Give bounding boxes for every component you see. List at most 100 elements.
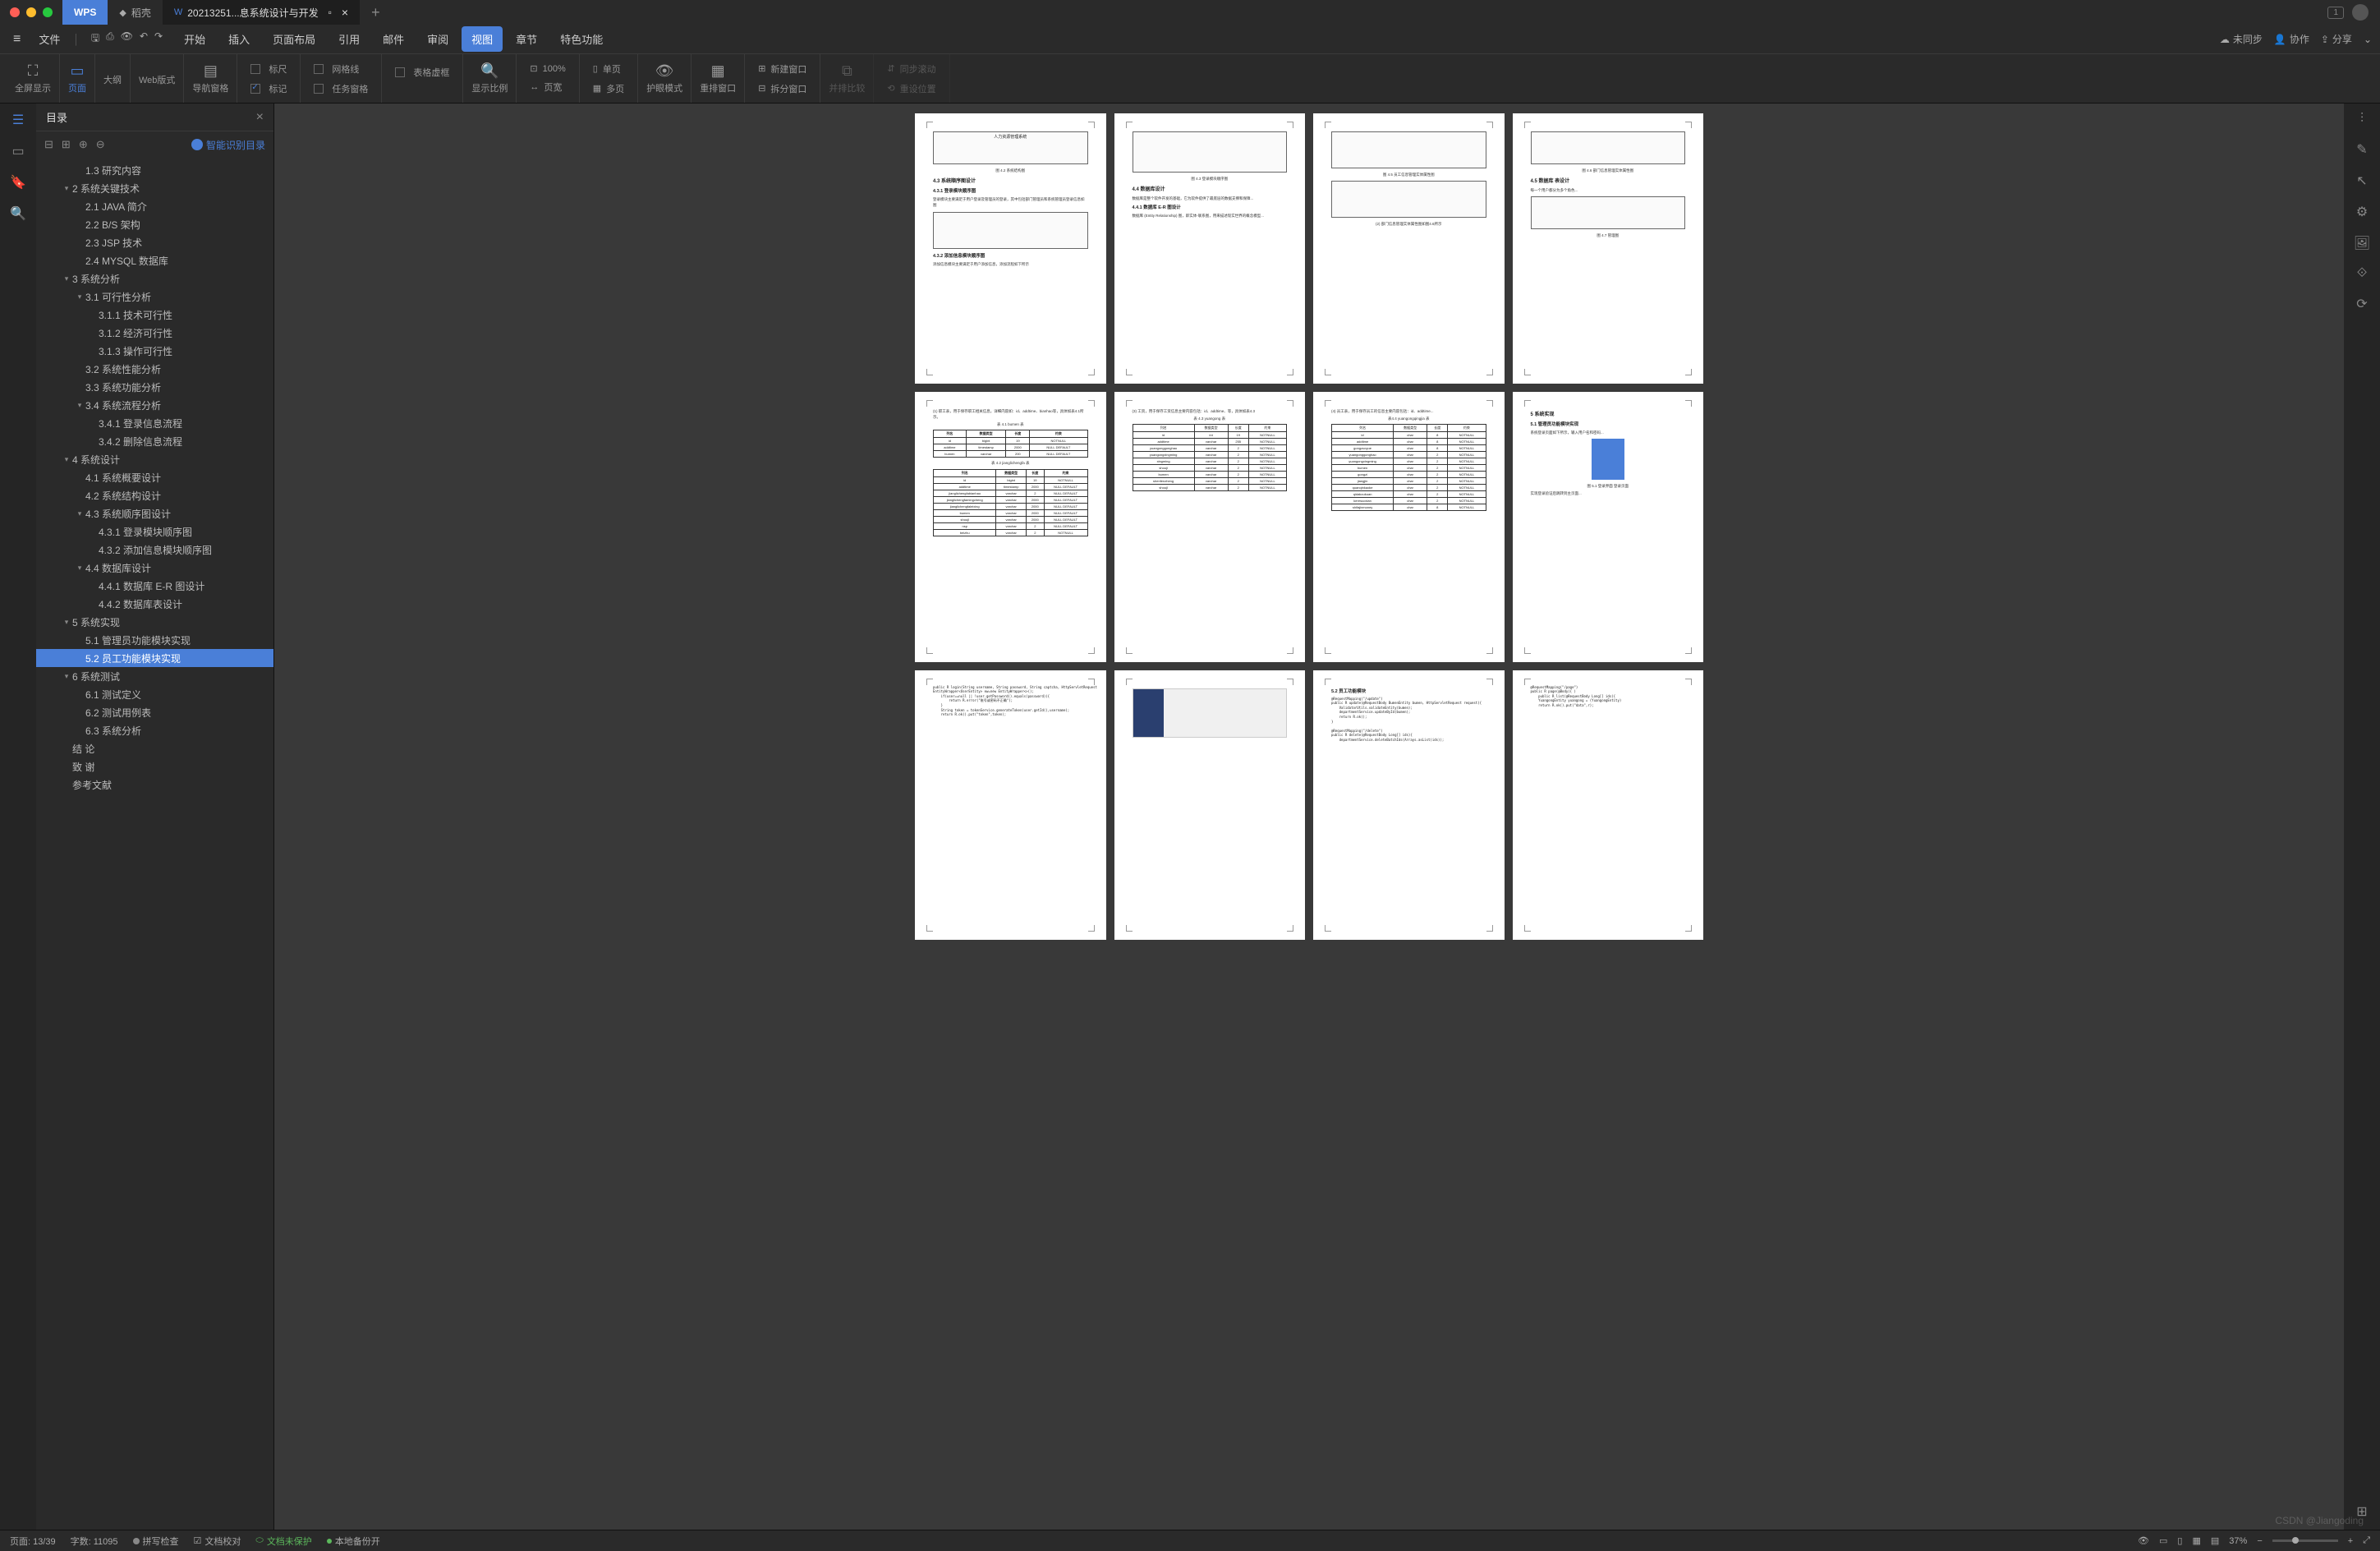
- splitwindow-button[interactable]: ⊟拆分窗口: [751, 79, 813, 99]
- taskpane-checkbox[interactable]: 任务窗格: [307, 79, 374, 99]
- outline-item[interactable]: ▾2 系统关键技术: [36, 179, 273, 197]
- multipage-button[interactable]: ▦多页: [586, 79, 631, 99]
- outline-item[interactable]: 3.2 系统性能分析: [36, 360, 273, 378]
- menu-start[interactable]: 开始: [174, 26, 215, 52]
- print-icon[interactable]: ⎙: [106, 30, 114, 48]
- page-thumbnail[interactable]: 人力资源管理系统 图 4.2 系统结构图 4.3 系统顺序图设计 4.3.1 登…: [915, 113, 1106, 384]
- navpane-button[interactable]: ▤导航窗格: [184, 54, 237, 103]
- close-tab-icon[interactable]: ×: [342, 6, 348, 19]
- outline-item[interactable]: 6.3 系统分析: [36, 721, 273, 739]
- outline-item[interactable]: 2.3 JSP 技术: [36, 233, 273, 251]
- undo-icon[interactable]: ↶: [140, 30, 148, 48]
- outline-item[interactable]: 2.4 MYSQL 数据库: [36, 251, 273, 269]
- tab-document[interactable]: W20213251...息系统设计与开发▫×: [163, 0, 360, 25]
- zoom-out-icon[interactable]: −: [2257, 1536, 2262, 1546]
- page-thumbnail[interactable]: public R login(String username, String p…: [915, 670, 1106, 941]
- ai-outline-button[interactable]: 智能识别目录: [191, 138, 265, 152]
- menu-pagelayout[interactable]: 页面布局: [263, 26, 325, 52]
- page-view-button[interactable]: ▭页面: [60, 54, 95, 103]
- outline-item[interactable]: 5.2 员工功能模块实现: [36, 649, 273, 667]
- bookmark-rail-icon[interactable]: 🔖: [10, 174, 26, 191]
- outline-view-icon[interactable]: ▤: [2211, 1535, 2219, 1546]
- outline-item[interactable]: 3.4.2 删除信息流程: [36, 432, 273, 450]
- zoom-slider[interactable]: [2272, 1539, 2338, 1542]
- outline-item[interactable]: 4.3.1 登录模块顺序图: [36, 522, 273, 541]
- outline-item[interactable]: 致 谢: [36, 757, 273, 776]
- page-thumbnail[interactable]: (4) 员工表，用于保存员工的信息主要内容包括：id、addtime... 表4…: [1313, 392, 1505, 662]
- eye-status-icon[interactable]: 👁: [2138, 1535, 2149, 1546]
- outline-item[interactable]: 2.2 B/S 架构: [36, 215, 273, 233]
- pen-rail-icon[interactable]: ✎: [2356, 141, 2367, 158]
- ruler-checkbox[interactable]: 标尺: [244, 59, 293, 79]
- markup-checkbox[interactable]: 标记: [244, 79, 293, 99]
- cursor-rail-icon[interactable]: ↖: [2356, 173, 2367, 189]
- image-rail-icon[interactable]: 🖼: [2354, 235, 2370, 251]
- proofread-button[interactable]: ☑文档校对: [194, 1535, 241, 1548]
- wps-home-tab[interactable]: WPS: [62, 0, 108, 25]
- outline-view-button[interactable]: 大纲: [95, 54, 131, 103]
- maximize-window-icon[interactable]: [43, 7, 53, 17]
- zoom-in-icon[interactable]: +: [2348, 1536, 2353, 1546]
- gridlines-checkbox[interactable]: 网格线: [307, 59, 374, 79]
- web-view-icon[interactable]: ▦: [2192, 1535, 2200, 1546]
- outline-item[interactable]: ▾6 系统测试: [36, 667, 273, 685]
- add-icon[interactable]: ⊕: [79, 138, 88, 151]
- minimize-window-icon[interactable]: [26, 7, 36, 17]
- page-thumbnail[interactable]: (3) 工资，用于保存工资信息主要内容包括：id、addtime、等，具体如表4…: [1114, 392, 1306, 662]
- hamburger-icon[interactable]: ≡: [8, 32, 25, 47]
- page-thumbnail[interactable]: (1) 职工表，用于保存职工相关信息，详细内容如：id、addtime、bian…: [915, 392, 1106, 662]
- document-area[interactable]: 人力资源管理系统 图 4.2 系统结构图 4.3 系统顺序图设计 4.3.1 登…: [274, 104, 2344, 1530]
- close-window-icon[interactable]: [10, 7, 20, 17]
- outline-item[interactable]: 3.1.3 操作可行性: [36, 342, 273, 360]
- page-status[interactable]: 页面: 13/39: [10, 1535, 56, 1548]
- menu-mailings[interactable]: 邮件: [373, 26, 414, 52]
- outline-item[interactable]: 3.1.1 技术可行性: [36, 306, 273, 324]
- outline-item[interactable]: 4.1 系统概要设计: [36, 468, 273, 486]
- outline-item[interactable]: ▾5 系统实现: [36, 613, 273, 631]
- backup-status[interactable]: 本地备份开: [327, 1535, 380, 1548]
- zoom-100-button[interactable]: ⊡100%: [523, 60, 572, 77]
- outline-item[interactable]: 3.4.1 登录信息流程: [36, 414, 273, 432]
- menu-insert[interactable]: 插入: [218, 26, 260, 52]
- book-view-icon[interactable]: ▭: [2159, 1535, 2167, 1546]
- page-thumbnail[interactable]: [1114, 670, 1306, 941]
- remove-icon[interactable]: ⊖: [96, 138, 105, 151]
- page-thumbnail[interactable]: 图 4.6 部门信息管理实体属性图 4.5 数据库 表设计 每一个用户都分为多个…: [1513, 113, 1704, 384]
- menu-file[interactable]: 文件: [29, 26, 70, 52]
- outline-item[interactable]: 4.2 系统结构设计: [36, 486, 273, 504]
- protection-status[interactable]: ⬭文档未保护: [255, 1535, 311, 1548]
- zoom-button[interactable]: 🔍显示比例: [463, 54, 517, 103]
- outline-item[interactable]: ▾3.1 可行性分析: [36, 288, 273, 306]
- expand-tab-icon[interactable]: ▫: [329, 7, 332, 18]
- collapse-icon[interactable]: ⊟: [44, 138, 53, 151]
- save-icon[interactable]: 🖫: [91, 30, 99, 48]
- sync-status[interactable]: ☁未同步: [2220, 32, 2263, 46]
- fit-icon[interactable]: ⤢: [2363, 1535, 2370, 1546]
- new-tab-button[interactable]: +: [360, 0, 392, 25]
- rearrange-button[interactable]: ▦重排窗口: [691, 54, 745, 103]
- eyecare-button[interactable]: 👁护眼模式: [638, 54, 691, 103]
- outline-item[interactable]: 结 论: [36, 739, 273, 757]
- outline-item[interactable]: 3.3 系统功能分析: [36, 378, 273, 396]
- page-thumbnail[interactable]: 5 系统实现 5.1 管理员功能模块实现 系统登录页面如下所示，输入用户名和密码…: [1513, 392, 1704, 662]
- outline-item[interactable]: 6.2 测试用例表: [36, 703, 273, 721]
- page-thumbnail[interactable]: 图 4.3 登录模块顺序图 4.4 数据库设计 数据库是整个软件开发的基础，它为…: [1114, 113, 1306, 384]
- onepage-button[interactable]: ▯单页: [586, 59, 631, 79]
- page-thumbnail[interactable]: 图 4.5 员工信息管理实体属性图 (2) 部门信息管理实体属性图如图4.6所示: [1313, 113, 1505, 384]
- convert-rail-icon[interactable]: ⟐: [2357, 266, 2368, 281]
- page-thumbnail[interactable]: 5.2 员工功能模块 @RequestMapping("/update") pu…: [1313, 670, 1505, 941]
- outline-item[interactable]: ▾3 系统分析: [36, 269, 273, 288]
- menu-references[interactable]: 引用: [329, 26, 370, 52]
- outline-item[interactable]: 4.4.2 数据库表设计: [36, 595, 273, 613]
- page-rail-icon[interactable]: ▭: [11, 143, 24, 159]
- outline-item[interactable]: ▾4.4 数据库设计: [36, 559, 273, 577]
- share-button[interactable]: ⇪分享: [2321, 32, 2352, 46]
- outline-rail-icon[interactable]: ☰: [12, 112, 24, 128]
- print-preview-icon[interactable]: 👁: [121, 30, 133, 48]
- chevron-down-icon[interactable]: ⌄: [2364, 34, 2372, 45]
- collab-button[interactable]: 👤协作: [2274, 32, 2309, 46]
- outline-item[interactable]: ▾4 系统设计: [36, 450, 273, 468]
- virtualframe-checkbox[interactable]: 表格虚框: [388, 62, 456, 82]
- user-avatar[interactable]: [2352, 4, 2369, 21]
- menu-special[interactable]: 特色功能: [550, 26, 613, 52]
